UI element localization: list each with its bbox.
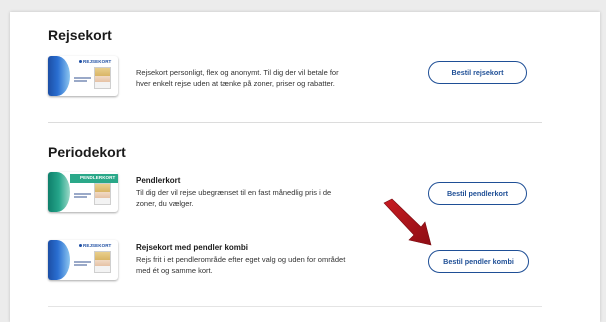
red-arrow-icon [383,198,432,246]
